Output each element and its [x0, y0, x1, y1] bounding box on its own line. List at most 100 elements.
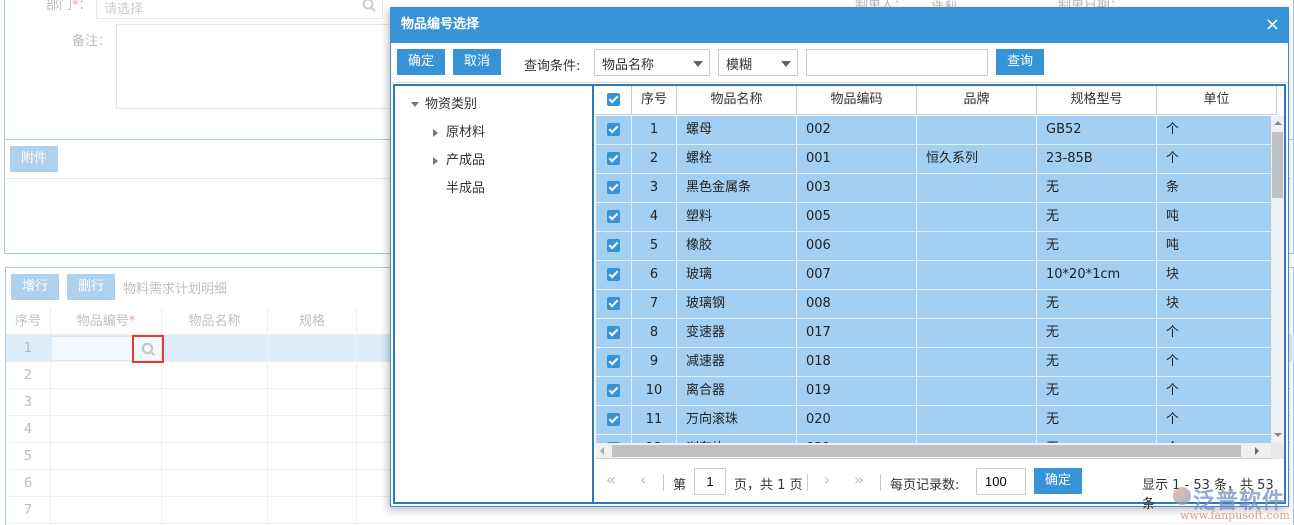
table-row[interactable]: 6 玻璃 007 10*20*1cm 块 — [596, 261, 1271, 290]
add-row-button[interactable]: 增行 — [11, 274, 59, 300]
remark-textarea[interactable] — [116, 24, 396, 109]
table-row[interactable]: 11 万向滚珠 020 无个 — [596, 406, 1271, 435]
delete-row-button[interactable]: 删行 — [67, 274, 115, 300]
row-checkbox-cell[interactable] — [596, 406, 632, 434]
header-spec: 规格型号 — [1037, 86, 1157, 115]
row-checkbox-cell[interactable] — [596, 377, 632, 405]
cell-no: 7 — [632, 290, 677, 318]
last-page-icon[interactable]: » — [854, 470, 864, 489]
table-row[interactable]: 8 变速器 017 无个 — [596, 319, 1271, 348]
match-mode-select[interactable]: 模糊 — [718, 49, 798, 76]
row-checkbox-cell[interactable] — [596, 232, 632, 260]
query-input[interactable] — [806, 49, 988, 76]
row-checkbox[interactable] — [607, 326, 620, 339]
tree-node-semi-finished[interactable]: 半成品 — [446, 177, 485, 196]
tree-node-finished-goods[interactable]: 产成品 — [433, 149, 485, 168]
cell-brand: 恒久系列 — [917, 145, 1037, 173]
table-row[interactable]: 10 离合器 019 无个 — [596, 377, 1271, 406]
cell-name: 离合器 — [677, 377, 797, 405]
row-checkbox[interactable] — [607, 239, 620, 252]
row-checkbox-cell[interactable] — [596, 203, 632, 231]
cell-brand — [917, 435, 1037, 443]
cell-code: 003 — [797, 174, 917, 202]
row-checkbox-cell[interactable] — [596, 435, 632, 443]
scroll-right-icon[interactable] — [1255, 447, 1259, 455]
first-page-icon[interactable]: « — [606, 470, 616, 489]
row-checkbox[interactable] — [607, 355, 620, 368]
scrollbar-thumb[interactable] — [1272, 132, 1283, 198]
select-all-checkbox-cell[interactable] — [596, 86, 632, 115]
row-checkbox[interactable] — [607, 152, 620, 165]
tree-node-root[interactable]: 物资类别 — [411, 93, 477, 112]
row-checkbox[interactable] — [607, 181, 620, 194]
divider — [807, 474, 808, 491]
grid-row-no: 1 — [6, 335, 51, 362]
row-checkbox[interactable] — [607, 123, 620, 136]
attachment-button[interactable]: 附件 — [10, 146, 58, 172]
cell-code: 006 — [797, 232, 917, 260]
caret-down-icon[interactable] — [411, 102, 419, 107]
table-row[interactable]: 3 黑色金属条 003 无条 — [596, 174, 1271, 203]
horizontal-scrollbar[interactable] — [596, 443, 1271, 459]
close-icon[interactable]: × — [1265, 8, 1280, 42]
table-row[interactable]: 5 橡胶 006 无吨 — [596, 232, 1271, 261]
query-field-select[interactable]: 物品名称 — [594, 49, 710, 76]
row-checkbox-cell[interactable] — [596, 319, 632, 347]
department-input[interactable]: 请选择 — [96, 0, 383, 19]
row-checkbox-cell[interactable] — [596, 116, 632, 144]
row-checkbox-cell[interactable] — [596, 174, 632, 202]
scrollbar-thumb[interactable] — [612, 445, 1241, 457]
query-button[interactable]: 查询 — [996, 49, 1044, 75]
cell-no: 12 — [632, 435, 677, 443]
cell-spec: 无 — [1037, 232, 1157, 260]
page-size-input[interactable] — [976, 468, 1026, 495]
header-no: 序号 — [632, 86, 677, 115]
confirm-button[interactable]: 确定 — [397, 49, 445, 75]
cell-name: 变速器 — [677, 319, 797, 347]
page-number-input[interactable] — [694, 468, 726, 495]
cancel-button[interactable]: 取消 — [453, 49, 501, 75]
detail-title: 物料需求计划明细 — [123, 282, 228, 297]
item-code-lookup-highlight[interactable] — [132, 335, 164, 363]
row-checkbox[interactable] — [607, 413, 620, 426]
caret-right-icon[interactable] — [433, 156, 438, 165]
page-confirm-button[interactable]: 确定 — [1034, 468, 1082, 494]
row-checkbox-cell[interactable] — [596, 290, 632, 318]
row-checkbox-cell[interactable] — [596, 261, 632, 289]
search-icon[interactable] — [362, 0, 376, 16]
prev-page-icon[interactable]: ‹ — [640, 470, 646, 489]
row-checkbox[interactable] — [607, 210, 620, 223]
cell-code: 007 — [797, 261, 917, 289]
table-row[interactable]: 7 玻璃钢 008 无块 — [596, 290, 1271, 319]
row-checkbox-cell[interactable] — [596, 348, 632, 376]
search-icon[interactable] — [141, 342, 156, 360]
cell-name: 螺母 — [677, 116, 797, 144]
cell-spec: 无 — [1037, 203, 1157, 231]
row-checkbox[interactable] — [607, 268, 620, 281]
cell-code: 021 — [797, 435, 917, 443]
caret-right-icon[interactable] — [433, 128, 438, 137]
cell-spec: 无 — [1037, 174, 1157, 202]
cell-brand — [917, 348, 1037, 376]
cell-no: 9 — [632, 348, 677, 376]
scroll-up-icon[interactable] — [1274, 121, 1282, 125]
scroll-down-icon[interactable] — [1274, 433, 1282, 437]
dialog-header: 物品编号选择 × — [391, 8, 1288, 43]
table-row[interactable]: 1 螺母 002 GB52 个 — [596, 116, 1271, 145]
row-checkbox[interactable] — [607, 297, 620, 310]
next-page-icon[interactable]: › — [824, 470, 830, 489]
table-row[interactable]: 4 塑料 005 无吨 — [596, 203, 1271, 232]
dialog-toolbar: 确定 取消 查询条件: 物品名称 模糊 查询 — [391, 43, 1288, 83]
table-body: 1 螺母 002 GB52 个 2 螺栓 001 恒久系列 23-85B 个 3 黑色金属条 003 无条 4… — [596, 116, 1271, 443]
row-checkbox[interactable] — [607, 384, 620, 397]
select-all-checkbox[interactable] — [607, 93, 620, 106]
cell-unit: 个 — [1157, 319, 1271, 347]
table-row[interactable]: 9 减速器 018 无个 — [596, 348, 1271, 377]
vertical-scrollbar[interactable] — [1271, 116, 1284, 443]
scroll-left-icon[interactable] — [600, 447, 604, 455]
table-row[interactable]: 2 螺栓 001 恒久系列 23-85B 个 — [596, 145, 1271, 174]
tree-node-raw-materials[interactable]: 原材料 — [433, 121, 485, 140]
table-row[interactable]: 12刹车片021 无个 — [596, 435, 1271, 443]
row-checkbox-cell[interactable] — [596, 145, 632, 173]
cell-brand — [917, 116, 1037, 144]
